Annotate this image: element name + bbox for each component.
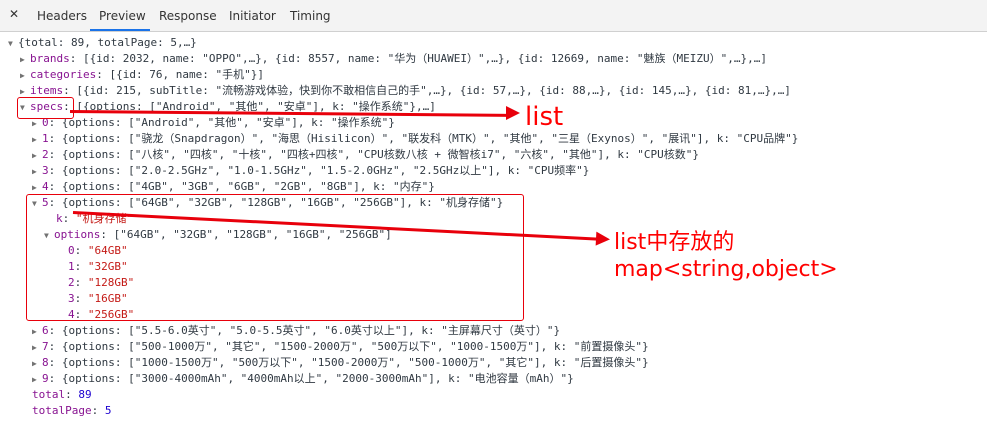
spec-row[interactable]: ▶ 4: {options: ["4GB", "3GB", "6GB", "2GB… — [32, 179, 435, 195]
tree-totalPage: totalPage: 5 — [32, 404, 112, 417]
tab-response[interactable]: Response — [159, 9, 217, 23]
tree-items[interactable]: ▶ items: [{id: 215, subTitle: "流畅游戏体验，快到你… — [20, 83, 791, 99]
spec-row[interactable]: ▶ 0: {options: ["Android", "其他", "安卓"], k… — [32, 115, 395, 131]
tab-headers[interactable]: Headers — [37, 9, 87, 23]
collapsed-triangle-icon[interactable]: ▶ — [32, 132, 42, 148]
arrow-head-icon — [506, 106, 520, 120]
close-icon[interactable]: ✕ — [9, 7, 19, 21]
tab-timing[interactable]: Timing — [290, 9, 331, 23]
collapsed-triangle-icon[interactable]: ▶ — [20, 52, 30, 68]
tree-root[interactable]: ▼ {total: 89, totalPage: 5,…} — [8, 35, 197, 51]
expanded-triangle-icon[interactable]: ▼ — [8, 36, 18, 52]
annotation-map-line2: map<string,object> — [614, 257, 838, 282]
collapsed-triangle-icon[interactable]: ▶ — [32, 324, 42, 340]
tree-categories[interactable]: ▶ categories: [{id: 76, name: "手机"}] — [20, 67, 264, 83]
arrow-head-icon — [595, 231, 611, 247]
collapsed-triangle-icon[interactable]: ▶ — [32, 164, 42, 180]
collapsed-triangle-icon[interactable]: ▶ — [32, 372, 42, 388]
tab-preview[interactable]: Preview — [99, 9, 146, 23]
active-tab-indicator — [90, 29, 150, 31]
spec-row[interactable]: ▶ 7: {options: ["500-1000万", "其它", "1500-… — [32, 339, 649, 355]
spec-row[interactable]: ▶ 1: {options: ["骁龙（Snapdragon）", "海思（His… — [32, 131, 798, 147]
tab-initiator[interactable]: Initiator — [229, 9, 276, 23]
spec-row[interactable]: ▶ 2: {options: ["八核", "四核", "十核", "四核+四核"… — [32, 147, 699, 163]
spec-row[interactable]: ▶ 9: {options: ["3000-4000mAh", "4000mAh以… — [32, 371, 574, 387]
collapsed-triangle-icon[interactable]: ▶ — [32, 356, 42, 372]
collapsed-triangle-icon[interactable]: ▶ — [32, 148, 42, 164]
annotation-list: list — [525, 102, 564, 132]
collapsed-triangle-icon[interactable]: ▶ — [32, 340, 42, 356]
tree-brands[interactable]: ▶ brands: [{id: 2032, name: "OPPO",…}, {i… — [20, 51, 767, 67]
annotation-map-line1: list中存放的 — [614, 230, 735, 255]
spec-row[interactable]: ▶ 8: {options: ["1000-1500万", "500万以下", "… — [32, 355, 649, 371]
spec-row[interactable]: ▶ 3: {options: ["2.0-2.5GHz", "1.0-1.5GHz… — [32, 163, 589, 179]
devtools-tabbar: ✕ Headers Preview Response Initiator Tim… — [0, 0, 987, 32]
spec-row[interactable]: ▶ 6: {options: ["5.5-6.0英寸", "5.0-5.5英寸",… — [32, 323, 560, 339]
tree-total: total: 89 — [32, 388, 92, 401]
collapsed-triangle-icon[interactable]: ▶ — [20, 68, 30, 84]
specs-highlight-box — [17, 97, 74, 119]
